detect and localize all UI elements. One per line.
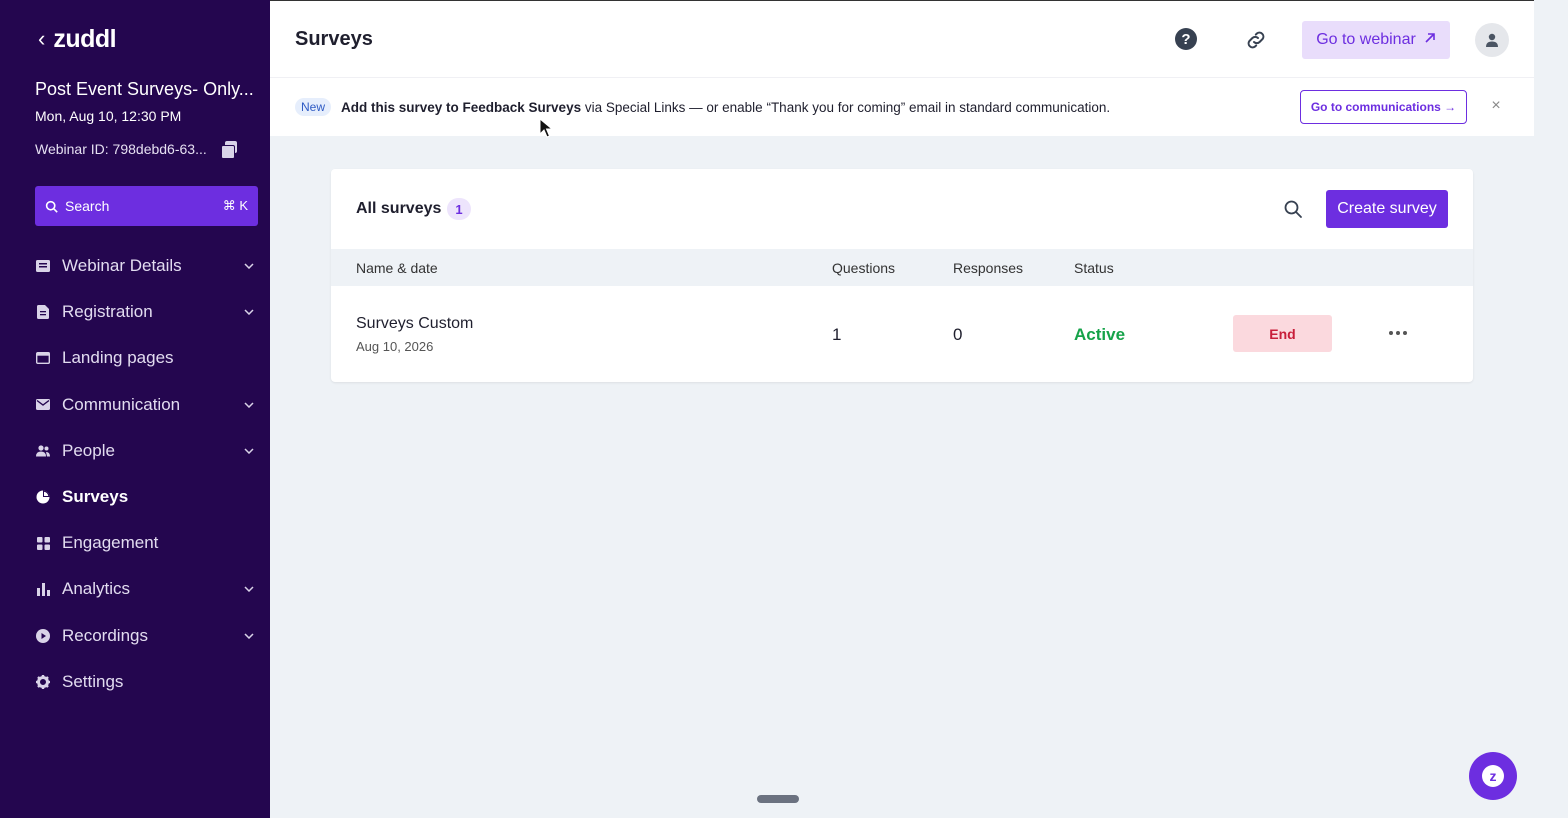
- back-chevron-icon[interactable]: ‹: [38, 28, 45, 50]
- arrow-up-right-icon: [1424, 31, 1436, 49]
- sidebar-item-label: People: [62, 440, 115, 460]
- page-title: Surveys: [295, 28, 373, 50]
- chevron-down-icon: [244, 448, 254, 454]
- announcement-banner: New Add this survey to Feedback Surveys …: [270, 77, 1534, 136]
- end-survey-button[interactable]: End: [1233, 315, 1332, 352]
- banner-text-bold: Add this survey to Feedback Surveys: [341, 100, 582, 115]
- sidebar-item-label: Surveys: [62, 487, 129, 507]
- search-shortcut: ⌘ K: [222, 198, 248, 213]
- go-to-webinar-label: Go to webinar: [1316, 31, 1416, 48]
- people-icon: [35, 443, 51, 459]
- sidebar-item-label: Analytics: [62, 579, 131, 599]
- survey-count-badge: 1: [447, 198, 471, 220]
- sidebar-item-registration[interactable]: Registration: [35, 289, 258, 335]
- all-surveys-title: All surveys: [356, 200, 442, 217]
- sidebar-item-surveys[interactable]: Surveys: [35, 474, 258, 520]
- sidebar-item-settings[interactable]: Settings: [35, 659, 258, 705]
- sidebar-item-webinar-details[interactable]: Webinar Details: [35, 243, 258, 289]
- table-row[interactable]: Surveys Custom Aug 10, 2026 1 0 Active E…: [331, 286, 1473, 382]
- sidebar-item-label: Engagement: [62, 533, 159, 553]
- sidebar-item-label: Recordings: [62, 625, 148, 645]
- chevron-down-icon: [244, 633, 254, 639]
- drag-handle[interactable]: [757, 795, 799, 803]
- chat-assistant-button[interactable]: z: [1469, 752, 1517, 800]
- sidebar-item-label: Webinar Details: [62, 256, 182, 276]
- webinar-id: Webinar ID: 798debd6-63...: [35, 141, 207, 157]
- sidebar-nav: Webinar Details Registration Landing pag…: [35, 243, 258, 705]
- sidebar: ‹ zuddl Post Event Surveys- Only... Mon,…: [0, 0, 270, 818]
- survey-name[interactable]: Surveys Custom: [356, 315, 473, 333]
- link-icon[interactable]: [1244, 28, 1268, 52]
- column-header-name: Name & date: [356, 260, 438, 276]
- avatar[interactable]: [1475, 23, 1509, 57]
- survey-date: Aug 10, 2026: [356, 339, 434, 354]
- search-icon[interactable]: [1283, 199, 1303, 219]
- sidebar-search[interactable]: Search ⌘ K: [35, 186, 258, 226]
- close-icon[interactable]: ×: [1488, 97, 1504, 115]
- pie-chart-icon: [35, 489, 51, 505]
- search-label: Search: [65, 198, 110, 214]
- sidebar-item-engagement[interactable]: Engagement: [35, 520, 258, 566]
- go-to-communications-button[interactable]: Go to communications →: [1300, 90, 1467, 124]
- chevron-down-icon: [244, 402, 254, 408]
- more-options-icon[interactable]: [1385, 322, 1411, 344]
- browser-icon: [35, 350, 51, 366]
- new-badge: New: [295, 98, 332, 116]
- survey-responses-count: 0: [953, 325, 963, 344]
- survey-questions-count: 1: [832, 325, 842, 344]
- zuddl-chat-icon: z: [1482, 765, 1504, 787]
- play-icon: [35, 628, 51, 644]
- sidebar-item-label: Communication: [62, 394, 181, 414]
- webinar-id-row: Webinar ID: 798debd6-63...: [35, 141, 237, 159]
- sidebar-item-analytics[interactable]: Analytics: [35, 566, 258, 612]
- column-header-questions: Questions: [832, 260, 896, 276]
- column-header-status: Status: [1074, 260, 1114, 276]
- status-badge: Active: [1074, 325, 1126, 344]
- help-icon[interactable]: ?: [1175, 28, 1197, 50]
- sidebar-item-landing-pages[interactable]: Landing pages: [35, 335, 258, 381]
- mouse-cursor-icon: [539, 118, 553, 138]
- event-date: Mon, Aug 10, 12:30 PM: [35, 108, 182, 124]
- column-header-responses: Responses: [953, 260, 1024, 276]
- search-icon: [45, 200, 61, 213]
- document-icon: [35, 258, 51, 274]
- chevron-down-icon: [244, 263, 254, 270]
- grid-icon: [35, 535, 51, 551]
- chevron-down-icon: [244, 586, 254, 593]
- sidebar-item-label: Settings: [62, 671, 124, 691]
- bar-chart-icon: [35, 581, 51, 597]
- sidebar-item-label: Landing pages: [62, 348, 174, 368]
- banner-text-rest: via Special Links — or enable “Thank you…: [581, 100, 1111, 115]
- banner-text: Add this survey to Feedback Surveys via …: [341, 100, 1110, 115]
- user-icon: [1486, 33, 1498, 47]
- surveys-card: All surveys 1 Create survey Name & date …: [331, 169, 1473, 382]
- gear-icon: [35, 674, 51, 690]
- zuddl-logo[interactable]: zuddl: [53, 25, 116, 54]
- sidebar-item-recordings[interactable]: Recordings: [35, 613, 258, 659]
- sidebar-item-communication[interactable]: Communication: [35, 382, 258, 428]
- mail-icon: [35, 397, 51, 413]
- form-icon: [35, 304, 51, 320]
- copy-icon[interactable]: [220, 141, 237, 159]
- sidebar-item-label: Registration: [62, 302, 153, 322]
- go-to-webinar-button[interactable]: Go to webinar: [1302, 21, 1450, 59]
- top-bar: Surveys ? Go to webinar: [270, 0, 1534, 77]
- table-header: Name & date Questions Responses Status: [331, 249, 1473, 286]
- brand: ‹ zuddl: [38, 24, 117, 54]
- create-survey-button[interactable]: Create survey: [1326, 190, 1448, 228]
- chevron-down-icon: [244, 309, 254, 316]
- event-title: Post Event Surveys- Only...: [35, 79, 254, 99]
- sidebar-item-people[interactable]: People: [35, 428, 258, 474]
